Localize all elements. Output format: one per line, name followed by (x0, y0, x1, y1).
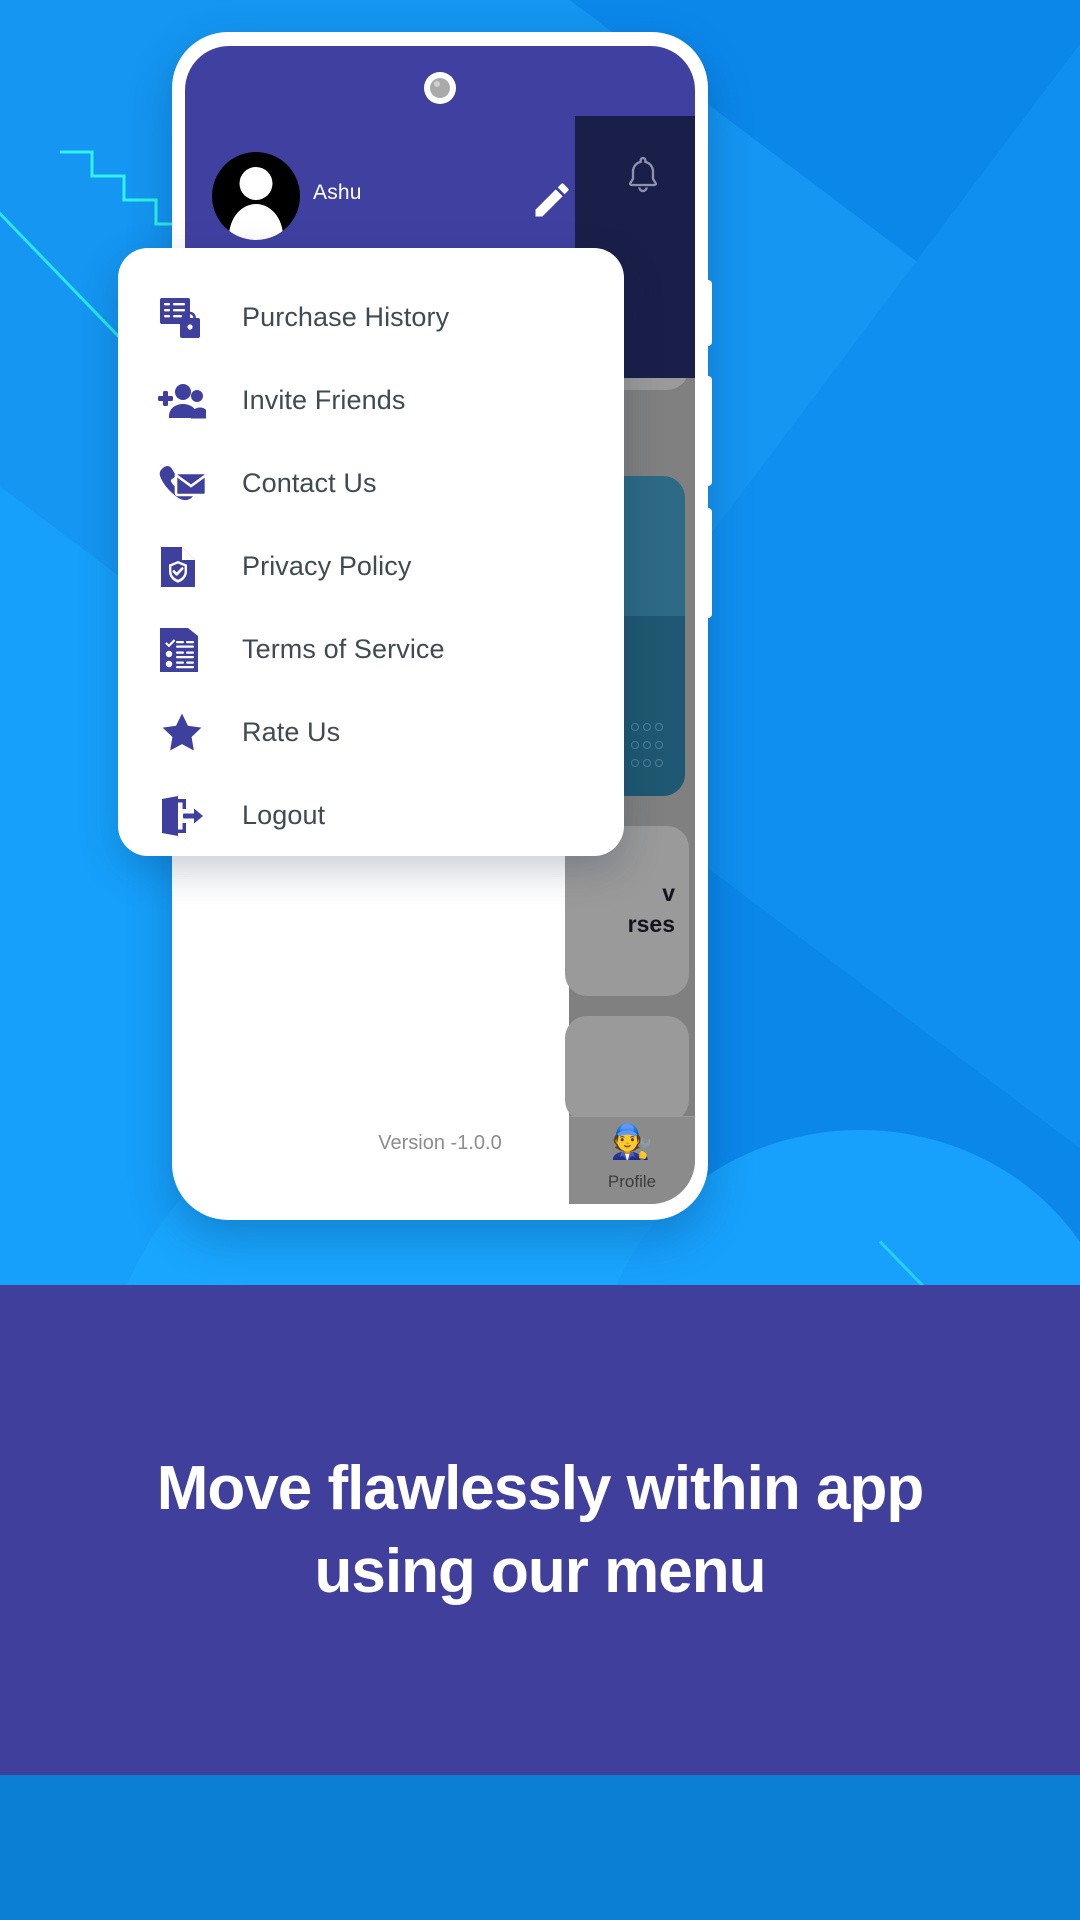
avatar-body (229, 204, 283, 240)
menu-label: Contact Us (242, 468, 377, 498)
invite-friends-icon (158, 375, 214, 427)
caption-line-2: using our menu (314, 1537, 767, 1606)
menu-label: Rate Us (242, 717, 341, 747)
app-card-three[interactable] (565, 1016, 689, 1122)
phone-side-button-1 (704, 280, 712, 346)
logout-icon (158, 790, 214, 842)
bell-icon[interactable] (623, 154, 663, 198)
footer-strip (0, 1775, 1080, 1920)
phone-volume-up-button (704, 376, 712, 486)
avatar[interactable] (212, 152, 300, 240)
menu-item-invite-friends[interactable]: Invite Friends (118, 359, 624, 442)
menu-label: Terms of Service (242, 634, 445, 664)
menu-label: Invite Friends (242, 385, 406, 415)
front-camera-dot-icon (424, 72, 456, 104)
phone-volume-down-button (704, 508, 712, 618)
menu-label: Logout (242, 800, 326, 830)
menu-item-contact-us[interactable]: Contact Us (118, 442, 624, 525)
app-card-two-label: v rses (627, 880, 675, 938)
pencil-edit-icon[interactable] (530, 178, 574, 222)
version-label: Version -1.0.0 (378, 1132, 502, 1154)
avatar-head (239, 167, 273, 200)
star-icon (158, 707, 214, 759)
side-drawer-menu: Purchase History Invite Friends Contact … (118, 248, 624, 856)
privacy-policy-icon (158, 541, 214, 593)
tab-label-profile[interactable]: Profile (569, 1172, 695, 1192)
menu-item-logout[interactable]: Logout (118, 774, 624, 857)
bg-stair-line-icon (58, 148, 178, 248)
app-bottom-tabbar: 🧑‍🔧 Profile (569, 1116, 695, 1204)
promo-caption: Move flawlessly within app using our men… (0, 1285, 1080, 1775)
profile-name: Ashu (313, 181, 362, 204)
contact-us-icon (158, 458, 214, 510)
menu-item-rate-us[interactable]: Rate Us (118, 691, 624, 774)
menu-item-purchase-history[interactable]: Purchase History (118, 276, 624, 359)
menu-item-terms-of-service[interactable]: Terms of Service (118, 608, 624, 691)
app-card-dot-grid (629, 720, 671, 774)
menu-label: Privacy Policy (242, 551, 412, 581)
purchase-history-icon (158, 292, 214, 344)
menu-item-privacy-policy[interactable]: Privacy Policy (118, 525, 624, 608)
menu-label: Purchase History (242, 302, 450, 332)
terms-of-service-icon (158, 624, 214, 676)
caption-line-1: Move flawlessly within app (156, 1453, 924, 1523)
